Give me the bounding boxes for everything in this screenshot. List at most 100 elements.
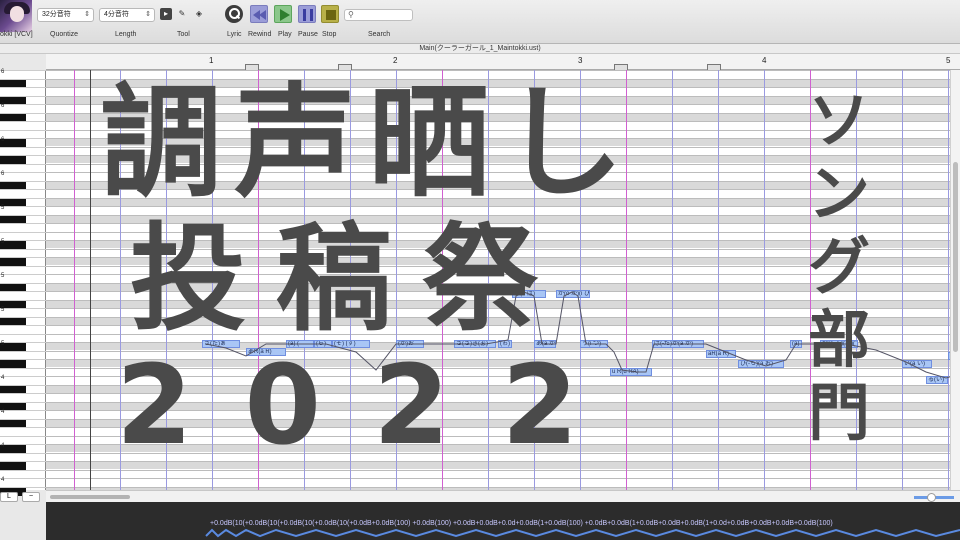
key-divider bbox=[0, 265, 46, 267]
length-value: 4分音符 bbox=[104, 11, 129, 18]
singer-avatar[interactable] bbox=[0, 0, 32, 32]
piano-keyboard[interactable]: 6 6 6 6 5 5 5 5 5 4 4 4 4 bbox=[0, 69, 46, 496]
file-title: Main(クーラーガール_1_Maintokki.ust) bbox=[0, 44, 960, 54]
eraser-tool-icon[interactable]: ◈ bbox=[193, 8, 205, 20]
bar-number: 5 bbox=[946, 56, 951, 65]
toolbar: okki [VCV] 32分音符 ⇕ Quontize 4分音符 ⇕ Length … bbox=[0, 0, 960, 44]
key-divider bbox=[0, 172, 46, 173]
key-divider bbox=[0, 376, 46, 377]
length-select[interactable]: 4分音符 ⇕ bbox=[99, 8, 155, 22]
octave-label: 4 bbox=[1, 409, 5, 415]
overlay-title-line2: 投稿祭 bbox=[130, 212, 568, 347]
measure-ruler[interactable]: 1 2 3 4 5 bbox=[46, 54, 960, 71]
key-divider bbox=[0, 121, 46, 122]
key-divider bbox=[0, 70, 46, 71]
key-divider bbox=[0, 104, 46, 105]
key-divider bbox=[0, 452, 46, 454]
avatar-face bbox=[10, 6, 24, 22]
vertical-char: ソ bbox=[808, 84, 871, 157]
bottom-left-buttons: L ~ bbox=[0, 492, 46, 504]
key-divider bbox=[0, 367, 46, 369]
octave-label: 4 bbox=[1, 477, 5, 483]
expression-values: +0.0dB(10(+0.0dB(10(+0.0dB(10(+0.0dB(10(… bbox=[210, 520, 833, 527]
pause-icon bbox=[303, 9, 313, 21]
octave-label: 4 bbox=[1, 375, 5, 381]
key-divider bbox=[0, 410, 46, 411]
zoom-slider-knob[interactable] bbox=[927, 493, 936, 502]
key-divider bbox=[0, 435, 46, 437]
bar-number: 3 bbox=[578, 56, 583, 65]
octave-label: 6 bbox=[0, 137, 46, 143]
key-divider bbox=[0, 146, 46, 148]
search-label: Search bbox=[368, 31, 391, 38]
key-divider bbox=[0, 350, 46, 352]
play-label: Play bbox=[278, 31, 292, 38]
rewind-label: Rewind bbox=[248, 31, 272, 38]
tool-label: Tool bbox=[177, 31, 190, 38]
vertical-char: グ bbox=[808, 230, 871, 303]
vertical-char: ン bbox=[808, 157, 871, 230]
octave-label: 5 bbox=[1, 273, 5, 279]
octave-label: 6 bbox=[1, 171, 5, 177]
octave-label: 6 bbox=[1, 103, 5, 109]
pen-tool-icon[interactable]: ✎ bbox=[176, 8, 188, 20]
l-button[interactable]: L bbox=[0, 492, 18, 502]
quantize-value: 32分音符 bbox=[42, 11, 71, 18]
singer-name: okki [VCV] bbox=[0, 31, 33, 38]
key-divider bbox=[0, 231, 46, 233]
chevron-updown-icon: ⇕ bbox=[145, 11, 151, 18]
horizontal-scrollbar[interactable] bbox=[46, 490, 960, 502]
pause-button[interactable] bbox=[298, 5, 316, 23]
key-divider bbox=[0, 393, 46, 394]
lyric-search-icon[interactable] bbox=[225, 5, 243, 23]
search-icon: ⚲ bbox=[348, 10, 354, 19]
chevron-updown-icon: ⇕ bbox=[84, 11, 90, 18]
curve-button[interactable]: ~ bbox=[22, 492, 40, 502]
octave-label: 4 bbox=[0, 443, 46, 449]
play-button[interactable] bbox=[274, 5, 292, 23]
key-divider bbox=[0, 325, 46, 326]
bar-number: 4 bbox=[762, 56, 767, 65]
key-divider bbox=[0, 163, 46, 165]
key-divider bbox=[0, 248, 46, 250]
rewind-button[interactable] bbox=[250, 5, 268, 23]
octave-label: 6 bbox=[1, 69, 5, 75]
vertical-scroll-thumb[interactable] bbox=[953, 162, 958, 352]
key-divider bbox=[0, 129, 46, 131]
vertical-char: 門 bbox=[808, 376, 871, 449]
key-divider bbox=[0, 333, 46, 335]
key-divider bbox=[0, 469, 46, 471]
key-divider bbox=[0, 274, 46, 275]
rewind-icon bbox=[253, 10, 266, 20]
octave-label: 5 bbox=[1, 307, 5, 313]
key-divider bbox=[0, 291, 46, 292]
key-divider bbox=[0, 308, 46, 309]
stop-icon bbox=[326, 10, 336, 20]
key-divider bbox=[0, 223, 46, 224]
search-input[interactable]: ⚲ bbox=[344, 9, 413, 21]
octave-label: 5 bbox=[0, 341, 46, 347]
overlay-vertical-text: ソ ン グ 部 門 bbox=[808, 84, 871, 449]
bar-number: 1 bbox=[209, 56, 214, 65]
vertical-char: 部 bbox=[808, 303, 871, 376]
horizontal-scroll-thumb[interactable] bbox=[50, 495, 130, 499]
quantize-select[interactable]: 32分音符 ⇕ bbox=[37, 8, 94, 22]
expression-pane[interactable]: +0.0dB(10(+0.0dB(10(+0.0dB(10(+0.0dB(10(… bbox=[46, 502, 960, 540]
stop-label: Stop bbox=[322, 31, 337, 38]
octave-label: 5 bbox=[0, 239, 46, 245]
quantize-label: Quontize bbox=[50, 31, 79, 38]
octave-label: 5 bbox=[1, 205, 5, 211]
pause-label: Pause bbox=[298, 31, 318, 38]
key-divider bbox=[0, 478, 46, 479]
bar-number: 2 bbox=[393, 56, 398, 65]
vertical-scrollbar[interactable] bbox=[950, 70, 960, 490]
key-divider bbox=[0, 87, 46, 88]
length-label: Length bbox=[115, 31, 137, 38]
cursor-tool-icon[interactable]: ▸ bbox=[160, 8, 172, 20]
play-icon bbox=[280, 9, 290, 21]
key-divider bbox=[0, 427, 46, 428]
overlay-title-line1: 調声晒し bbox=[100, 72, 636, 214]
key-divider bbox=[0, 189, 46, 190]
key-divider bbox=[0, 206, 46, 207]
stop-button[interactable] bbox=[321, 5, 339, 23]
